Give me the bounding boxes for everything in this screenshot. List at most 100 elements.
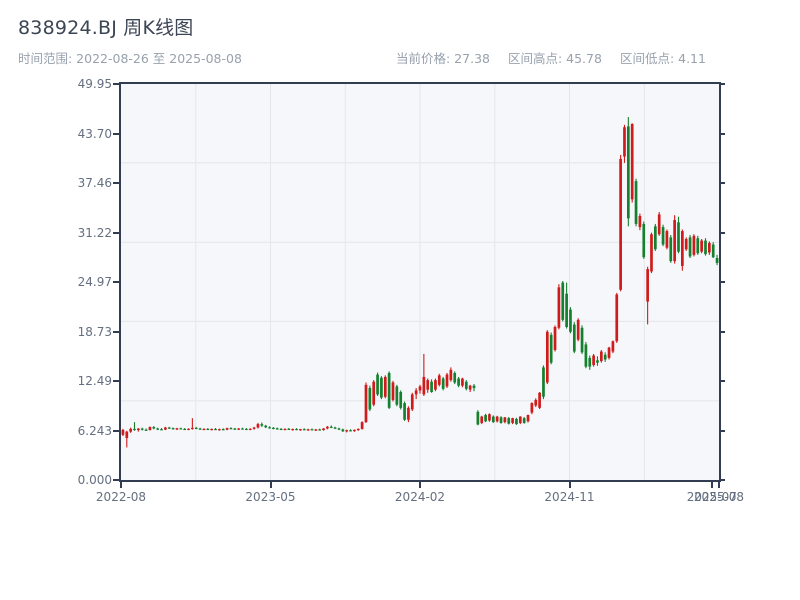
candle-body [179, 428, 182, 429]
candle-body [696, 238, 699, 253]
candle-body [538, 393, 541, 408]
candle-body [195, 428, 198, 429]
x-tick-label: 2025-08 [679, 490, 759, 504]
candle-body [631, 124, 634, 199]
candle-body [693, 236, 696, 255]
candle-body [438, 375, 441, 385]
candle-body [519, 417, 522, 423]
candle-body [453, 373, 456, 383]
y-tick-mark [113, 182, 119, 184]
candle-body [164, 428, 167, 430]
candle-body [330, 427, 333, 428]
y-tick-mark-right [719, 430, 725, 432]
candle-body [384, 377, 387, 397]
candle-body [349, 430, 352, 431]
y-tick-label: 12.49 [38, 374, 112, 388]
range-low-label: 区间低点: 4.11 [620, 51, 706, 66]
candle-body [712, 245, 715, 258]
candle-body [257, 424, 260, 427]
candle-body [376, 375, 379, 395]
y-tick-mark [113, 83, 119, 85]
candle-body [484, 415, 487, 421]
candle-body [619, 159, 622, 290]
x-tick-label: 2023-05 [231, 490, 311, 504]
candle-body [531, 403, 534, 413]
candle-body [581, 328, 584, 353]
candle-body [585, 344, 588, 366]
y-tick-mark [113, 479, 119, 481]
candle-body [187, 429, 190, 430]
y-tick-mark-right [719, 479, 725, 481]
candle-body [314, 429, 317, 430]
candle-body [268, 427, 271, 428]
candle-body [569, 310, 572, 332]
candle-body [199, 428, 202, 429]
candle-body [446, 375, 449, 387]
x-tick-label: 2024-02 [380, 490, 460, 504]
candle-body [615, 294, 618, 341]
candle-body [681, 231, 684, 266]
y-tick-mark-right [719, 83, 725, 85]
candle-body [542, 367, 545, 396]
y-tick-mark [113, 133, 119, 135]
candle-body [500, 417, 503, 423]
candle-body [426, 380, 429, 390]
candle-body [623, 127, 626, 156]
x-tick-label: 2024-11 [530, 490, 610, 504]
candle-body [457, 379, 460, 386]
candle-body [399, 392, 402, 408]
candle-body [669, 237, 672, 261]
y-tick-mark-right [719, 331, 725, 333]
candle-body [434, 380, 437, 390]
x-tick-mark [270, 482, 272, 488]
y-tick-label: 0.000 [38, 473, 112, 487]
candle-body [415, 390, 418, 394]
candle-body [152, 427, 155, 428]
candle-body [245, 429, 248, 430]
candle-body [465, 382, 468, 389]
x-tick-mark [120, 482, 122, 488]
candle-body [515, 419, 518, 424]
candle-body [145, 430, 148, 431]
y-tick-label: 6.243 [38, 424, 112, 438]
candle-body [241, 428, 244, 429]
y-tick-mark-right [719, 182, 725, 184]
candle-body [646, 269, 649, 302]
candle-body [206, 429, 209, 430]
candle-body [450, 370, 453, 380]
candle-body [299, 429, 302, 430]
candle-body [160, 429, 163, 430]
candle-body [654, 226, 657, 249]
candle-body [253, 428, 256, 429]
candle-body [546, 332, 549, 383]
candle-body [480, 417, 483, 423]
candle-body [233, 429, 236, 430]
page-title: 838924.BJ 周K线图 [18, 16, 194, 40]
candle-body [677, 222, 680, 251]
y-tick-mark-right [719, 133, 725, 135]
y-tick-label: 43.70 [38, 127, 112, 141]
candle-body [600, 352, 603, 362]
candle-body [511, 418, 514, 423]
candle-body [461, 379, 464, 386]
candle-body [334, 428, 337, 429]
candle-body [172, 428, 175, 429]
candle-body [341, 429, 344, 431]
candle-body [650, 234, 653, 271]
candle-body [372, 382, 375, 405]
y-tick-label: 18.73 [38, 325, 112, 339]
candle-body [353, 430, 356, 431]
candle-body [612, 341, 615, 351]
candle-body [689, 237, 692, 256]
candle-body [125, 432, 128, 438]
candle-body [260, 424, 263, 426]
current-price-label: 当前价格: 27.38 [396, 51, 490, 66]
candle-body [469, 386, 472, 390]
candle-body [477, 412, 480, 425]
kline-svg [121, 84, 719, 480]
candle-body [550, 335, 553, 363]
candle-body [303, 429, 306, 430]
candle-body [527, 415, 530, 421]
candle-body [492, 417, 495, 423]
candle-body [380, 378, 383, 398]
